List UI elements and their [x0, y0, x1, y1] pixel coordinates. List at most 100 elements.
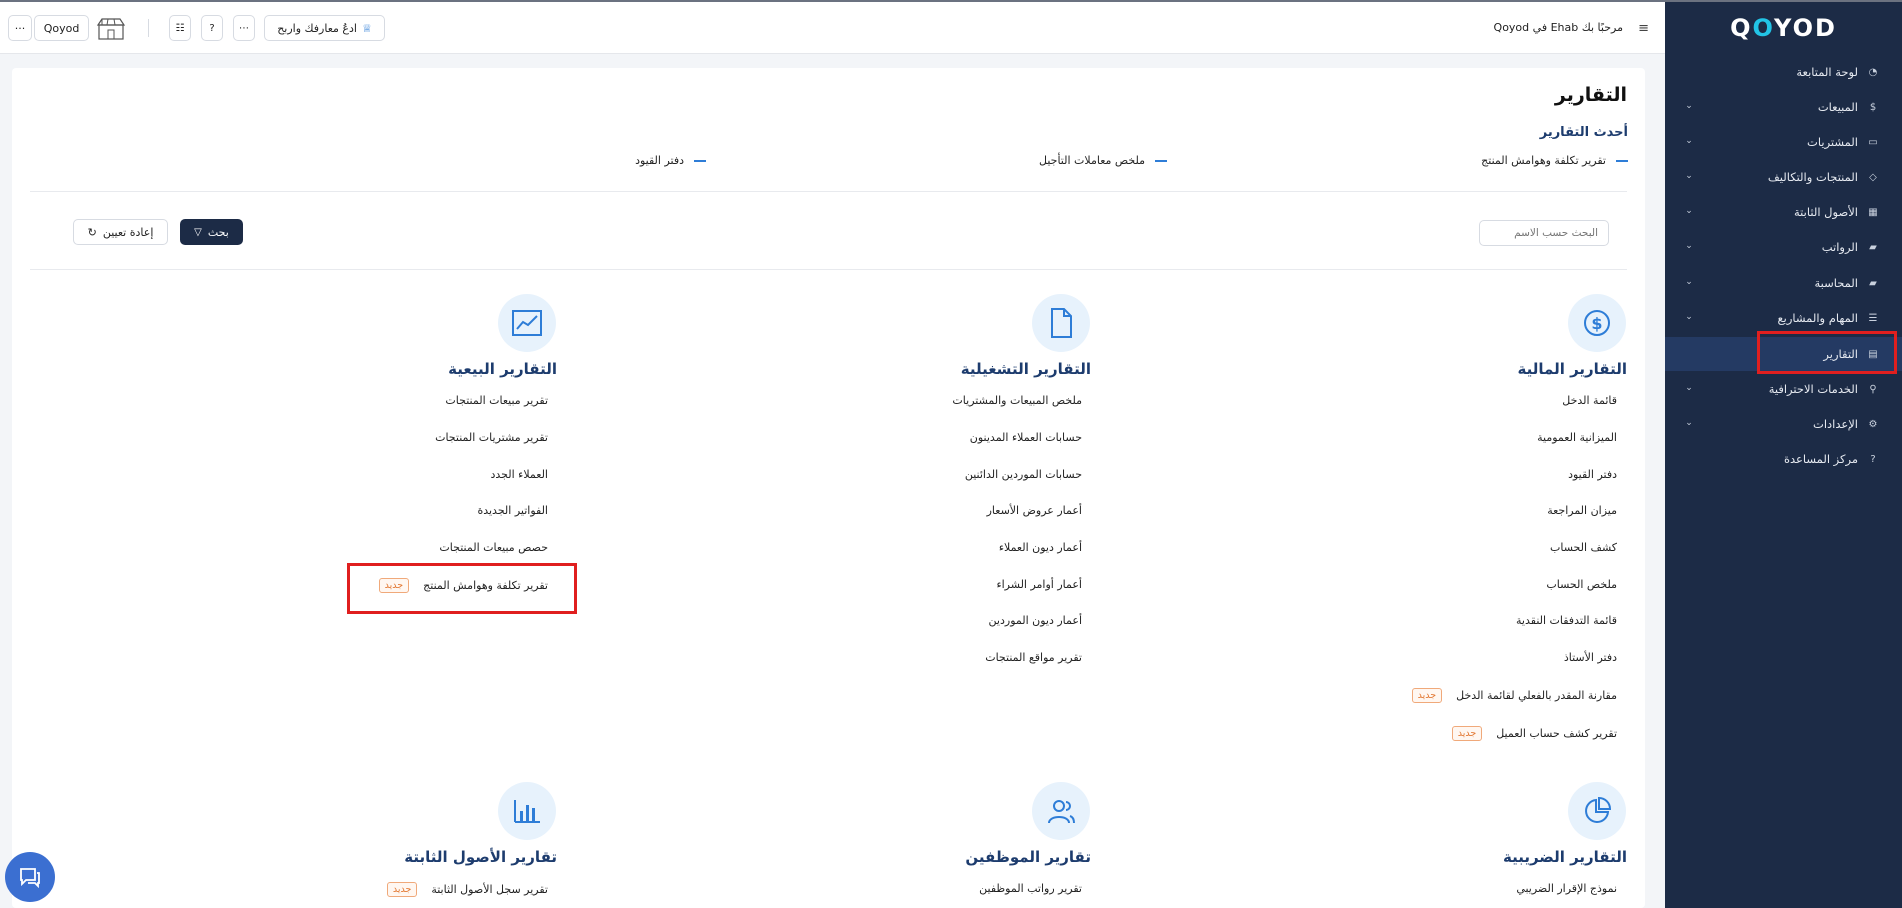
divider	[30, 191, 1627, 192]
chevron-down-icon: ⌄	[1685, 418, 1693, 428]
report-link[interactable]: الفواتير الجديدة	[477, 504, 548, 517]
sidebar-item-label: المبيعات	[1817, 100, 1858, 114]
bar-chart-icon	[498, 782, 556, 840]
sidebar-item-label: الخدمات الاحترافية	[1768, 382, 1858, 396]
report-link[interactable]: نموذج الإقرار الضريبي	[1516, 882, 1617, 895]
category-title-fixed-assets: تقارير الأصول الثابتة	[404, 848, 557, 866]
sidebar-item-accounting[interactable]: ▰ المحاسبة ⌄	[1665, 266, 1902, 300]
report-link[interactable]: قائمة الدخل	[1562, 394, 1617, 407]
report-link[interactable]: أعمار ديون العملاء	[999, 541, 1082, 554]
highlight-box-reports	[1757, 331, 1897, 374]
sidebar-item-professional-services[interactable]: ⚲ الخدمات الاحترافية ⌄	[1665, 372, 1902, 406]
sidebar-item-fixed-assets[interactable]: ▦ الأصول الثابتة ⌄	[1665, 195, 1902, 229]
sidebar-item-label: الرواتب	[1821, 240, 1858, 254]
report-link[interactable]: تقرير سجل الأصول الثابتة جديد	[386, 882, 548, 897]
sidebar-item-label: مركز المساعدة	[1783, 452, 1858, 466]
svg-text:$: $	[1591, 314, 1602, 333]
sidebar-item-settings[interactable]: ⚙ الإعدادات ⌄	[1665, 407, 1902, 441]
sidebar-item-tasks-projects[interactable]: ☰ المهام والمشاريع ⌄	[1665, 301, 1902, 335]
sidebar-item-dashboard[interactable]: ◔ لوحة المتابعة	[1665, 55, 1902, 89]
grid-icon: ▦	[1868, 206, 1878, 218]
report-link[interactable]: دفتر القيود	[1568, 468, 1617, 481]
sidebar-item-label: لوحة المتابعة	[1796, 65, 1858, 79]
report-link[interactable]: مقارنة المقدر بالفعلي لقائمة الدخل جديد	[1411, 688, 1617, 703]
store-icon[interactable]	[96, 17, 126, 41]
header-divider	[148, 19, 149, 37]
refresh-icon: ↻	[87, 225, 97, 239]
sidebar-item-purchases[interactable]: ▭ المشتريات ⌄	[1665, 125, 1902, 159]
sidebar-item-help-center[interactable]: ? مركز المساعدة	[1665, 442, 1902, 476]
menu-icon[interactable]: ≡	[1638, 21, 1649, 36]
report-link[interactable]: العملاء الجدد	[491, 468, 549, 481]
invite-earn-button[interactable]: ♕ ادعُ معارفك واربح	[264, 15, 385, 41]
users-icon	[1032, 782, 1090, 840]
recent-report-link[interactable]: دفتر القيود	[635, 154, 706, 167]
report-link[interactable]: أعمار عروض الأسعار	[987, 504, 1082, 517]
sidebar-item-label: الإعدادات	[1813, 417, 1858, 431]
category-title-financial: التقارير المالية	[1517, 360, 1627, 378]
search-input[interactable]	[1479, 220, 1609, 246]
pie-chart-icon	[1568, 782, 1626, 840]
reports-card: التقارير أحدث التقارير تقرير تكلفة وهوام…	[12, 68, 1645, 908]
report-link[interactable]: كشف الحساب	[1550, 541, 1617, 554]
report-link[interactable]: حسابات العملاء المدينون	[970, 431, 1082, 444]
report-link[interactable]: ملخص الحساب	[1546, 578, 1617, 591]
report-link[interactable]: حصص مبيعات المنتجات	[439, 541, 548, 554]
reset-button[interactable]: إعادة تعيين ↻	[73, 219, 168, 245]
help-icon: ?	[209, 22, 215, 34]
report-link[interactable]: تقرير كشف حساب العميل جديد	[1451, 726, 1617, 741]
category-title-operational: التقارير التشغيلية	[960, 360, 1091, 378]
chevron-down-icon: ⌄	[1685, 206, 1693, 216]
folder-icon: ▰	[1869, 277, 1877, 289]
category-title-employees: تقارير الموظفين	[965, 848, 1091, 866]
top-header: ≡ مرحبًا بك Ehab في Qoyod ··· Qoyod ☷ ? …	[0, 2, 1665, 54]
chevron-down-icon: ⌄	[1685, 171, 1693, 181]
report-link[interactable]: أعمار أوامر الشراء	[996, 578, 1082, 591]
report-link[interactable]: الميزانية العمومية	[1537, 431, 1617, 444]
report-link[interactable]: أعمار ديون الموردين	[989, 614, 1082, 627]
report-link[interactable]: تقرير مشتريات المنتجات	[435, 431, 548, 444]
report-link[interactable]: ملخص المبيعات والمشتريات	[952, 394, 1082, 407]
chat-button[interactable]: ⋯	[233, 15, 255, 41]
welcome-text: مرحبًا بك Ehab في Qoyod	[1493, 21, 1623, 34]
box-icon: ◇	[1869, 171, 1877, 183]
help-button[interactable]: ?	[201, 15, 223, 41]
gear-icon: ⚙	[1868, 418, 1878, 430]
chevron-down-icon: ⌄	[1685, 383, 1693, 393]
search-icon: ⚲	[1869, 383, 1877, 395]
support-chat-button[interactable]	[5, 852, 55, 902]
company-switcher[interactable]: Qoyod	[34, 15, 89, 41]
report-link[interactable]: تقرير رواتب الموظفين	[979, 882, 1082, 895]
report-link[interactable]: دفتر الأستاذ	[1564, 651, 1617, 664]
gauge-icon: ◔	[1868, 66, 1878, 78]
page-title: التقارير	[1554, 84, 1627, 106]
chat-bubble-icon: ⋯	[239, 22, 249, 34]
recent-reports-title: أحدث التقارير	[1539, 125, 1628, 140]
new-badge: جديد	[1411, 688, 1443, 703]
sidebar-item-payroll[interactable]: ▰ الرواتب ⌄	[1665, 230, 1902, 264]
sidebar-item-label: المشتريات	[1807, 135, 1858, 149]
report-link[interactable]: ميزان المراجعة	[1547, 504, 1617, 517]
chevron-down-icon: ⌄	[1685, 241, 1693, 251]
report-link[interactable]: تقرير مبيعات المنتجات	[445, 394, 548, 407]
divider	[30, 269, 1627, 270]
recent-report-link[interactable]: تقرير تكلفة وهوامش المنتج	[1481, 154, 1628, 167]
more-options-button[interactable]: ···	[8, 15, 32, 41]
sidebar-item-products[interactable]: ◇ المنتجات والتكاليف ⌄	[1665, 160, 1902, 194]
recent-report-link[interactable]: ملخص معاملات التأجيل	[1039, 154, 1167, 167]
top-border	[0, 0, 1902, 2]
new-badge: جديد	[386, 882, 418, 897]
search-button[interactable]: بحث ▽	[180, 219, 243, 245]
tasks-button[interactable]: ☷	[169, 15, 191, 41]
sidebar-item-sales[interactable]: $ المبيعات ⌄	[1665, 90, 1902, 124]
qoyod-logo[interactable]: QOYOD	[1665, 14, 1902, 42]
report-link[interactable]: قائمة التدفقات النقدية	[1516, 614, 1617, 627]
category-title-tax: التقارير الضريبية	[1502, 848, 1627, 866]
sidebar-item-label: المهام والمشاريع	[1777, 311, 1858, 325]
document-icon	[1032, 294, 1090, 352]
highlight-box-product-margin	[347, 563, 577, 614]
report-link[interactable]: تقرير مواقع المنتجات	[985, 651, 1082, 664]
dollar-icon: $	[1869, 101, 1877, 113]
report-link[interactable]: حسابات الموردين الدائنين	[965, 468, 1082, 481]
sidebar-item-label: المنتجات والتكاليف	[1767, 170, 1858, 184]
